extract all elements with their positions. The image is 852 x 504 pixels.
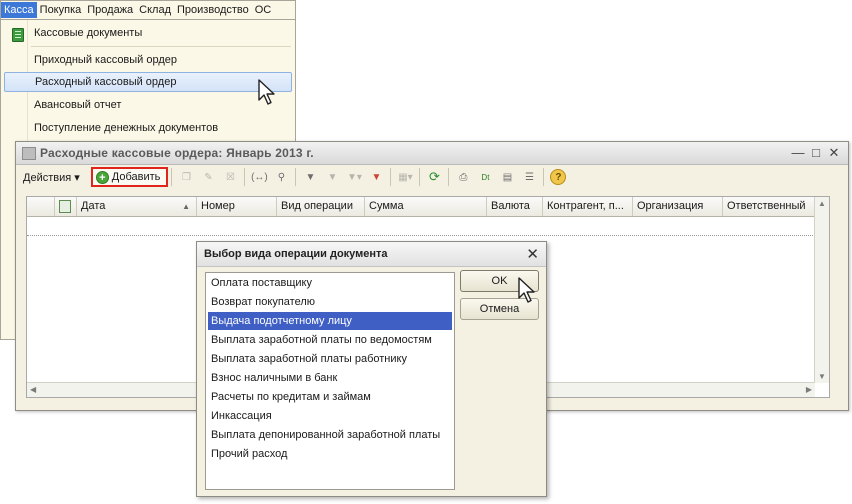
column-header-counterparty[interactable]: Контрагент, п...: [543, 197, 633, 216]
column-header-label: Организация: [637, 200, 704, 212]
column-header-label: Ответственный: [727, 200, 806, 212]
toolbar-separator: [543, 168, 545, 186]
scroll-right-icon[interactable]: ▶: [806, 385, 812, 394]
column-header-number[interactable]: Номер: [197, 197, 277, 216]
goto-icon[interactable]: (↔): [251, 169, 268, 185]
menu-item-production[interactable]: Производство: [174, 2, 252, 18]
copy-icon[interactable]: ❐: [178, 169, 194, 185]
column-header-amount[interactable]: Сумма: [365, 197, 487, 216]
vertical-scrollbar[interactable]: ▲ ▼: [814, 197, 829, 383]
dropdown-item-outgoing-order[interactable]: Расходный кассовый ордер: [4, 72, 292, 92]
toolbar-separator: [390, 168, 392, 186]
actions-menu[interactable]: Действия ▾: [20, 171, 83, 184]
list-window-titlebar[interactable]: Расходные кассовые ордера: Январь 2013 г…: [16, 142, 848, 165]
find-icon[interactable]: ⚲: [273, 169, 289, 185]
sort-ascending-icon: ▲: [182, 202, 190, 211]
scroll-left-icon[interactable]: ◀: [30, 385, 36, 394]
close-icon[interactable]: ✕: [526, 245, 539, 263]
window-icon: [22, 147, 36, 160]
refresh-icon[interactable]: ⟳: [426, 169, 442, 185]
delete-icon[interactable]: ☒: [222, 169, 238, 185]
column-header-label: Дата: [81, 200, 106, 212]
list-item[interactable]: Выплата заработной платы работнику: [208, 350, 452, 368]
add-button-label: Добавить: [111, 171, 161, 183]
list-settings-icon[interactable]: ☰: [521, 169, 537, 185]
dropdown-item-label: Приходный кассовый ордер: [34, 54, 178, 66]
edit-icon[interactable]: ✎: [200, 169, 216, 185]
list-item[interactable]: Инкассация: [208, 407, 452, 425]
add-button[interactable]: + Добавить: [90, 167, 169, 187]
menu-item-kassa[interactable]: Касса: [1, 2, 37, 18]
plus-icon: +: [95, 170, 109, 184]
table-row[interactable]: [27, 217, 815, 236]
document-status-icon: [59, 200, 71, 213]
cash-documents-icon: [12, 28, 24, 42]
operation-type-list[interactable]: Оплата поставщику Возврат покупателю Выд…: [205, 272, 455, 490]
list-item[interactable]: Прочий расход: [208, 445, 452, 463]
cancel-button[interactable]: Отмена: [460, 298, 539, 320]
list-item[interactable]: Взнос наличными в банк: [208, 369, 452, 387]
maximize-icon[interactable]: □: [808, 145, 824, 161]
column-header-label: Номер: [201, 200, 235, 212]
chevron-down-icon: ▾: [74, 171, 80, 184]
list-item[interactable]: Оплата поставщику: [208, 274, 452, 292]
dropdown-item-label: Расходный кассовый ордер: [35, 76, 177, 88]
menu-item-warehouse[interactable]: Склад: [136, 2, 174, 18]
column-header-label: Вид операции: [281, 200, 353, 212]
actions-label: Действия: [23, 171, 72, 184]
column-header-operation-type[interactable]: Вид операции: [277, 197, 365, 216]
menu-item-sales[interactable]: Продажа: [84, 2, 136, 18]
main-menu-bar: Касса Покупка Продажа Склад Производство…: [0, 0, 296, 20]
list-window-title: Расходные кассовые ордера: Январь 2013 г…: [40, 146, 314, 160]
toolbar-separator: [295, 168, 297, 186]
column-header-responsible[interactable]: Ответственный: [723, 197, 817, 216]
toolbar-separator: [419, 168, 421, 186]
filter-setup-icon[interactable]: ▼: [302, 169, 318, 185]
minimize-icon[interactable]: —: [790, 145, 806, 161]
print-icon[interactable]: ⎙: [455, 169, 471, 185]
scroll-down-icon[interactable]: ▼: [818, 372, 826, 381]
dropdown-item-label: Авансовый отчет: [34, 99, 122, 111]
report-icon[interactable]: ▤: [499, 169, 515, 185]
dropdown-item-money-docs-receipt[interactable]: Поступление денежных документов: [4, 118, 292, 138]
column-header-label: Валюта: [491, 200, 530, 212]
help-icon[interactable]: ?: [550, 169, 567, 185]
toolbar-separator: [448, 168, 450, 186]
dropdown-item-advance-report[interactable]: Авансовый отчет: [4, 95, 292, 115]
table-header: Дата ▲ Номер Вид операции Сумма Валюта К…: [27, 197, 817, 217]
operation-type-dialog: Выбор вида операции документа ✕ Оплата п…: [196, 241, 547, 497]
list-item[interactable]: Возврат покупателю: [208, 293, 452, 311]
dropdown-item-label: Поступление денежных документов: [34, 122, 219, 134]
column-header-date[interactable]: Дата ▲: [77, 197, 197, 216]
scroll-up-icon[interactable]: ▲: [818, 199, 826, 208]
hierarchy-icon[interactable]: ▦▾: [397, 169, 413, 185]
debit-credit-icon[interactable]: Dt: [477, 169, 493, 185]
filter-by-value-icon[interactable]: ▼: [324, 169, 340, 185]
list-item[interactable]: Выплата депонированной заработной платы: [208, 426, 452, 444]
row-marker-column: [27, 197, 55, 216]
dropdown-item-incoming-order[interactable]: Приходный кассовый ордер: [4, 50, 292, 70]
list-item[interactable]: Выплата заработной платы по ведомостям: [208, 331, 452, 349]
filter-history-icon[interactable]: ▼▾: [346, 169, 362, 185]
dialog-titlebar[interactable]: Выбор вида операции документа ✕: [197, 242, 546, 267]
column-header-organization[interactable]: Организация: [633, 197, 723, 216]
list-item-selected[interactable]: Выдача подотчетному лицу: [208, 312, 452, 330]
close-icon[interactable]: ✕: [826, 145, 842, 161]
column-header-currency[interactable]: Валюта: [487, 197, 543, 216]
dropdown-item-cash-documents[interactable]: Кассовые документы: [4, 23, 292, 43]
menu-separator: [31, 46, 291, 47]
dialog-title: Выбор вида операции документа: [204, 248, 388, 260]
list-item[interactable]: Расчеты по кредитам и займам: [208, 388, 452, 406]
menu-item-fixed-assets[interactable]: ОС: [252, 2, 275, 18]
menu-item-purchase[interactable]: Покупка: [37, 2, 85, 18]
column-header-label: Сумма: [369, 200, 404, 212]
column-header-label: Контрагент, п...: [547, 200, 624, 212]
dropdown-item-label: Кассовые документы: [34, 27, 143, 39]
toolbar-separator: [171, 168, 173, 186]
toolbar-separator: [244, 168, 246, 186]
list-toolbar: Действия ▾ + Добавить ❐ ✎ ☒ (↔) ⚲ ▼ ▼ ▼▾…: [16, 164, 848, 190]
clear-filter-icon[interactable]: ▼: [368, 169, 384, 185]
status-column[interactable]: [55, 197, 77, 216]
ok-button[interactable]: OK: [460, 270, 539, 292]
